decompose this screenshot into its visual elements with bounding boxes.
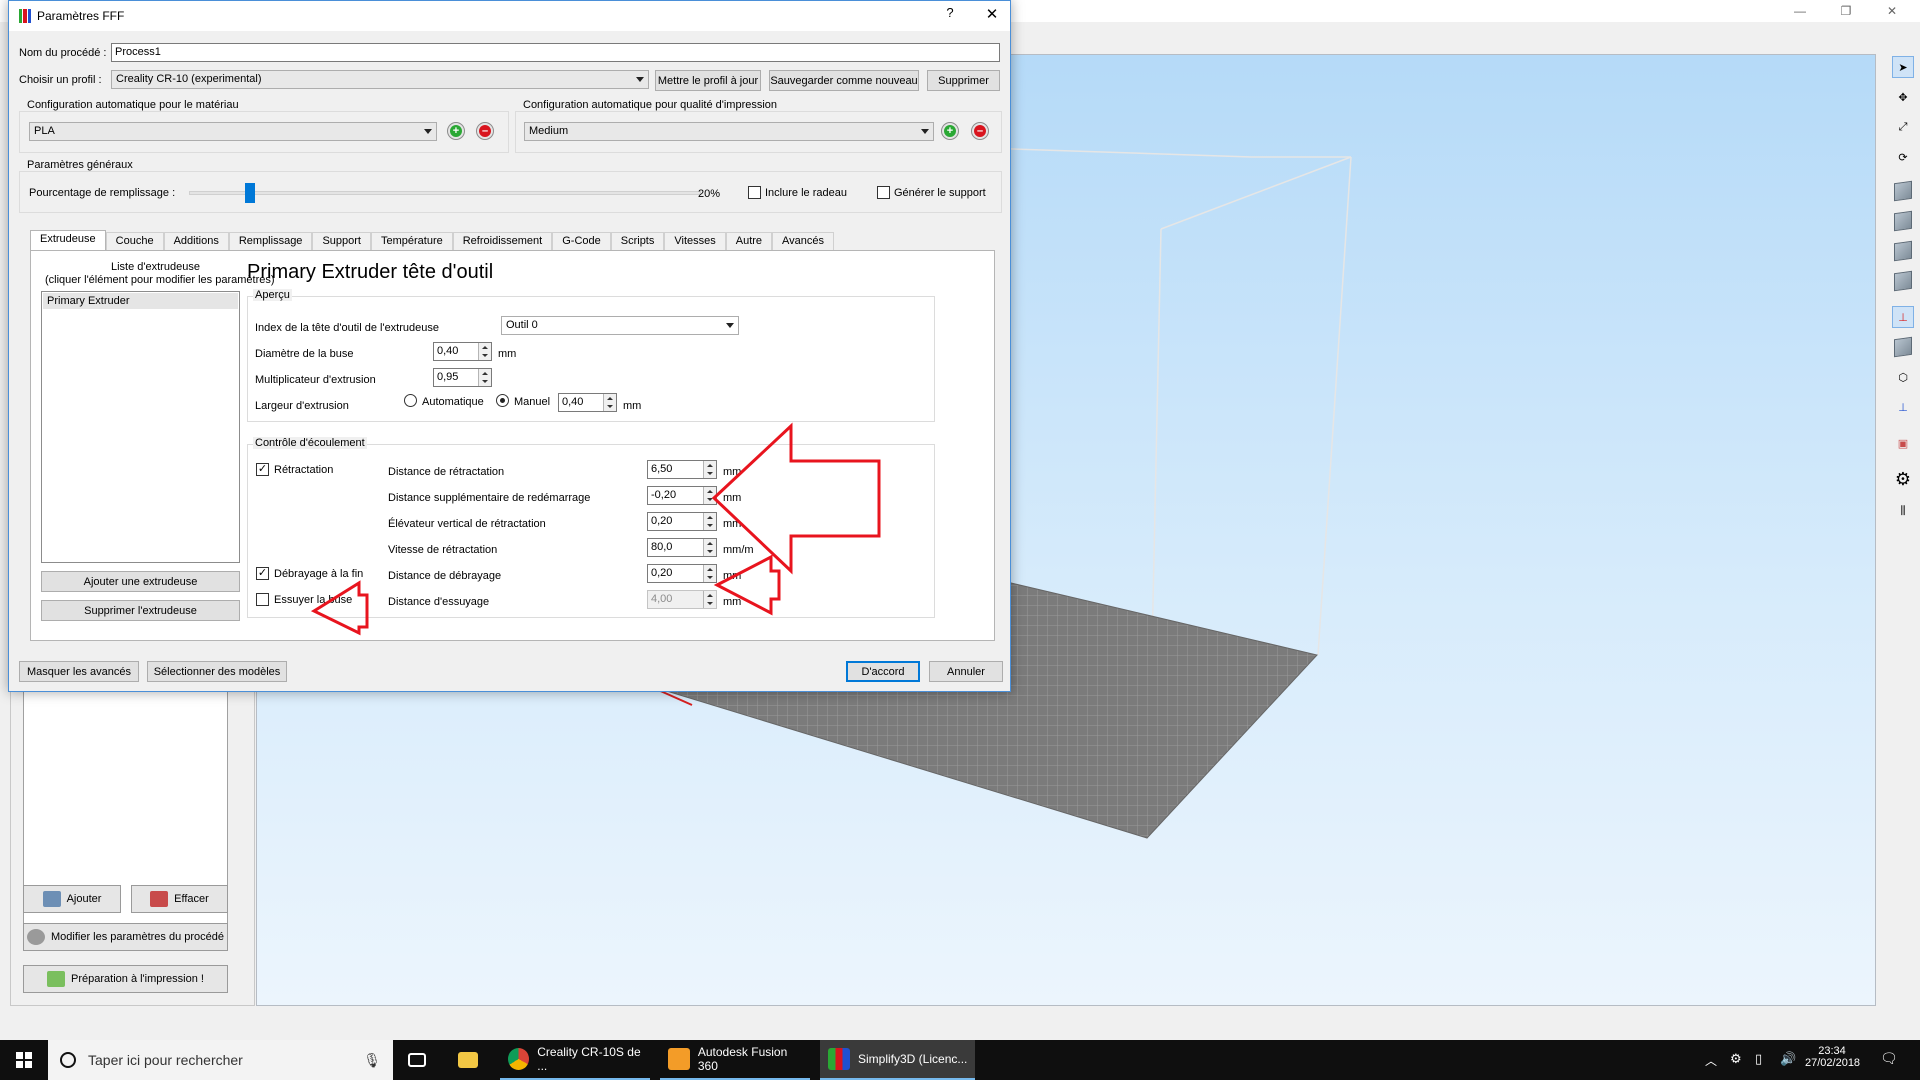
select-models-button[interactable]: Sélectionner des modèles [147,661,287,682]
taskbar-search[interactable]: Taper ici pour rechercher 🎙 [48,1040,393,1080]
hide-advanced-button[interactable]: Masquer les avancés [19,661,139,682]
taskbar-app-simplify3d[interactable]: Simplify3D (Licenc... [820,1040,975,1080]
clear-button[interactable]: Effacer [131,885,228,913]
show-hidden-icons-icon[interactable]: ︿ [1705,1052,1717,1069]
taskbar-app-label: Simplify3D (Licenc... [858,1052,968,1066]
add-button[interactable]: Ajouter [23,885,121,913]
close-icon[interactable]: ✕ [1872,2,1912,20]
wipe-arrow-icon [310,580,369,636]
fff-settings-dialog: Paramètres FFF ? ✕ Nom du procédé : Proc… [8,0,1011,692]
axes-icon[interactable]: ⊥ [1892,306,1914,328]
z-axis-icon[interactable]: ⊥ [1892,396,1914,418]
task-view-icon [408,1053,426,1067]
supports-icon[interactable]: ⫼ [1892,500,1914,522]
clear-icon [150,891,169,907]
chrome-icon [508,1048,530,1070]
add-model-icon [42,891,61,907]
settings-gear-icon[interactable]: ⚙ [1892,468,1914,490]
taskbar-app-chrome[interactable]: Creality CR-10S de ... [500,1040,650,1080]
windows-logo-icon [16,1052,32,1068]
folder-icon [458,1052,478,1068]
simplify3d-icon [828,1048,850,1070]
windows-taskbar: Taper ici pour rechercher 🎙 Creality CR-… [0,1040,1920,1080]
notification-icon[interactable]: 🗨 [1880,1050,1898,1067]
view-front-icon[interactable] [1892,210,1914,232]
taskbar-app-label: Autodesk Fusion 360 [697,1045,788,1073]
steam-icon[interactable]: ⚙ [1730,1051,1742,1067]
minimize-icon[interactable]: — [1780,2,1820,20]
section-view-icon[interactable]: ▣ [1892,432,1914,454]
red-annotation-arrows [310,422,881,636]
view-side-icon[interactable] [1892,270,1914,292]
rotate-icon[interactable]: ⟳ [1892,146,1914,168]
microphone-icon[interactable]: 🎙 [363,1052,381,1069]
volume-icon[interactable]: 🔊 [1780,1051,1796,1067]
edit-process-button[interactable]: Modifier les paramètres du procédé [23,923,228,951]
taskbar-app-fusion[interactable]: Autodesk Fusion 360 [660,1040,810,1080]
clock-date: 27/02/2018 [1805,1057,1861,1069]
prepare-print-button[interactable]: Préparation à l'impression ! [23,965,228,993]
large-arrow-icon [711,422,881,575]
search-icon [60,1052,76,1068]
view-cube-icon[interactable] [1892,180,1914,202]
gear-icon [26,929,45,945]
cancel-button[interactable]: Annuler [929,661,1003,682]
ok-button[interactable]: D'accord [846,661,920,682]
clock[interactable]: 23:34 27/02/2018 [1805,1045,1861,1069]
select-cursor-icon[interactable]: ➤ [1892,56,1914,78]
search-placeholder: Taper ici pour rechercher [88,1052,243,1068]
start-button[interactable] [0,1040,48,1080]
wireframe-icon[interactable]: ⬡ [1892,366,1914,388]
solid-view-icon[interactable] [1892,336,1914,358]
fusion-360-icon [668,1048,690,1070]
prepare-icon [47,971,66,987]
scale-icon[interactable]: ⤢ [1892,116,1914,138]
small-arrow-icon [713,554,781,616]
restore-icon[interactable]: ❐ [1826,2,1866,20]
clock-time: 23:34 [1818,1045,1846,1057]
view-top-icon[interactable] [1892,240,1914,262]
right-toolbar: ➤ ✥ ⤢ ⟳ ⊥ ⬡ ⊥ ▣ ⚙ ⫼ [1884,54,1920,1006]
network-icon[interactable]: ▯ [1755,1051,1762,1067]
taskbar-app-label: Creality CR-10S de ... [537,1045,641,1073]
file-explorer-button[interactable] [450,1040,490,1080]
move-icon[interactable]: ✥ [1892,86,1914,108]
task-view-button[interactable] [400,1040,440,1080]
